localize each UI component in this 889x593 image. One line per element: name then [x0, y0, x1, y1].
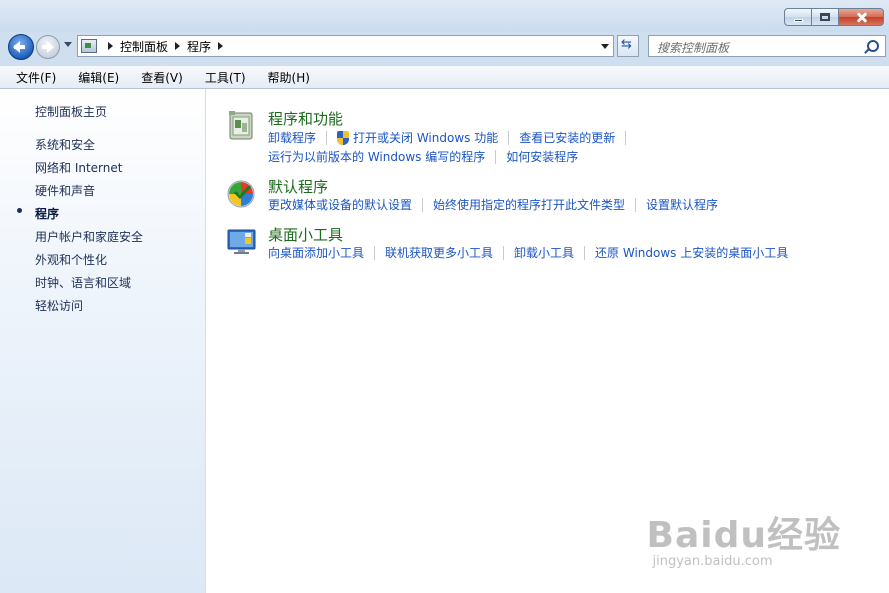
breadcrumb-control-panel[interactable]: 控制面板	[120, 38, 168, 55]
sidebar-item-user-accounts[interactable]: 用户帐户和家庭安全	[35, 228, 143, 245]
how-to-install-link[interactable]: 如何安装程序	[506, 148, 578, 165]
link-separator	[422, 197, 424, 212]
address-bar[interactable]: 控制面板 程序	[77, 35, 614, 57]
link-row: 卸载程序 打开或关闭 Windows 功能 查看已安装的更新	[268, 129, 636, 146]
uac-shield-icon	[337, 130, 350, 145]
sidebar-item-appearance[interactable]: 外观和个性化	[35, 251, 107, 268]
uninstall-gadget-link[interactable]: 卸载小工具	[514, 244, 574, 261]
menu-help[interactable]: 帮助(H)	[260, 69, 316, 86]
uninstall-program-link[interactable]: 卸载程序	[268, 129, 316, 146]
menu-edit[interactable]: 编辑(E)	[70, 69, 125, 86]
sidebar: 控制面板主页 系统和安全 网络和 Internet 硬件和声音 程序 用户帐户和…	[0, 89, 206, 593]
sidebar-item-hardware-sound[interactable]: 硬件和声音	[35, 182, 95, 199]
add-gadgets-link[interactable]: 向桌面添加小工具	[268, 244, 364, 261]
compatibility-link[interactable]: 运行为以前版本的 Windows 编写的程序	[268, 148, 485, 165]
section-title-desktop-gadgets[interactable]: 桌面小工具	[268, 224, 343, 245]
file-association-link[interactable]: 始终使用指定的程序打开此文件类型	[433, 196, 625, 213]
control-panel-icon	[81, 39, 97, 53]
recent-pages-dropdown[interactable]	[64, 42, 72, 47]
link-row: 向桌面添加小工具 联机获取更多小工具 卸载小工具 还原 Windows 上安装的…	[268, 244, 788, 261]
close-button[interactable]	[838, 8, 884, 26]
minimize-button[interactable]	[784, 8, 811, 26]
minimize-icon	[785, 9, 811, 25]
close-icon	[839, 9, 883, 25]
get-more-gadgets-link[interactable]: 联机获取更多小工具	[385, 244, 493, 261]
refresh-button[interactable]	[617, 35, 639, 57]
link-separator	[374, 245, 376, 260]
link-separator	[508, 130, 510, 145]
media-defaults-link[interactable]: 更改媒体或设备的默认设置	[268, 196, 412, 213]
breadcrumb-chevron-icon[interactable]	[218, 42, 224, 50]
installed-updates-link[interactable]: 查看已安装的更新	[519, 129, 615, 146]
back-button[interactable]	[8, 34, 34, 60]
caption-buttons	[784, 8, 884, 26]
link-separator	[625, 130, 627, 145]
breadcrumb-programs[interactable]: 程序	[187, 38, 211, 55]
menu-bar: 文件(F) 编辑(E) 查看(V) 工具(T) 帮助(H)	[0, 66, 889, 89]
breadcrumb-chevron-icon[interactable]	[108, 42, 113, 50]
link-row: 更改媒体或设备的默认设置 始终使用指定的程序打开此文件类型 设置默认程序	[268, 196, 718, 213]
menu-tools[interactable]: 工具(T)	[197, 69, 252, 86]
menu-file[interactable]: 文件(F)	[8, 69, 62, 86]
window-titlebar	[0, 0, 889, 32]
address-dropdown-icon[interactable]	[601, 44, 609, 49]
baidu-watermark: Baidu经验 jingyan.baidu.com	[647, 506, 841, 569]
link-separator	[635, 197, 637, 212]
link-row: 运行为以前版本的 Windows 编写的程序 如何安装程序	[268, 148, 578, 165]
link-separator	[503, 245, 505, 260]
sidebar-item-programs[interactable]: 程序	[35, 205, 59, 222]
link-separator	[495, 149, 497, 164]
sidebar-item-ease-of-access[interactable]: 轻松访问	[35, 297, 83, 314]
forward-button[interactable]	[36, 35, 60, 59]
section-title-programs-features[interactable]: 程序和功能	[268, 108, 343, 129]
search-icon[interactable]	[867, 40, 879, 52]
programs-features-icon[interactable]	[226, 109, 258, 141]
main-content: 程序和功能 卸载程序 打开或关闭 Windows 功能 查看已安装的更新 运行为…	[206, 89, 889, 593]
sidebar-item-network[interactable]: 网络和 Internet	[35, 159, 122, 176]
current-item-bullet	[17, 208, 22, 213]
link-separator	[584, 245, 586, 260]
set-default-programs-link[interactable]: 设置默认程序	[646, 196, 718, 213]
link-separator	[326, 130, 328, 145]
maximize-button[interactable]	[811, 8, 838, 26]
section-title-default-programs[interactable]: 默认程序	[268, 176, 328, 197]
sidebar-item-system-security[interactable]: 系统和安全	[35, 136, 95, 153]
desktop-gadgets-icon[interactable]	[226, 225, 258, 257]
sidebar-item-clock-language[interactable]: 时钟、语言和区域	[35, 274, 131, 291]
search-placeholder: 搜索控制面板	[657, 41, 730, 55]
navigation-bar: 控制面板 程序 搜索控制面板	[0, 32, 889, 62]
windows-features-link[interactable]: 打开或关闭 Windows 功能	[353, 129, 498, 146]
menu-view[interactable]: 查看(V)	[133, 69, 189, 86]
restore-gadgets-link[interactable]: 还原 Windows 上安装的桌面小工具	[595, 244, 788, 261]
breadcrumb-chevron-icon[interactable]	[175, 42, 181, 50]
maximize-icon	[812, 9, 838, 25]
watermark-logo: Baidu经验	[646, 515, 841, 556]
sidebar-item-home[interactable]: 控制面板主页	[35, 103, 107, 120]
default-programs-icon[interactable]	[226, 177, 258, 209]
search-input[interactable]: 搜索控制面板	[648, 35, 886, 57]
